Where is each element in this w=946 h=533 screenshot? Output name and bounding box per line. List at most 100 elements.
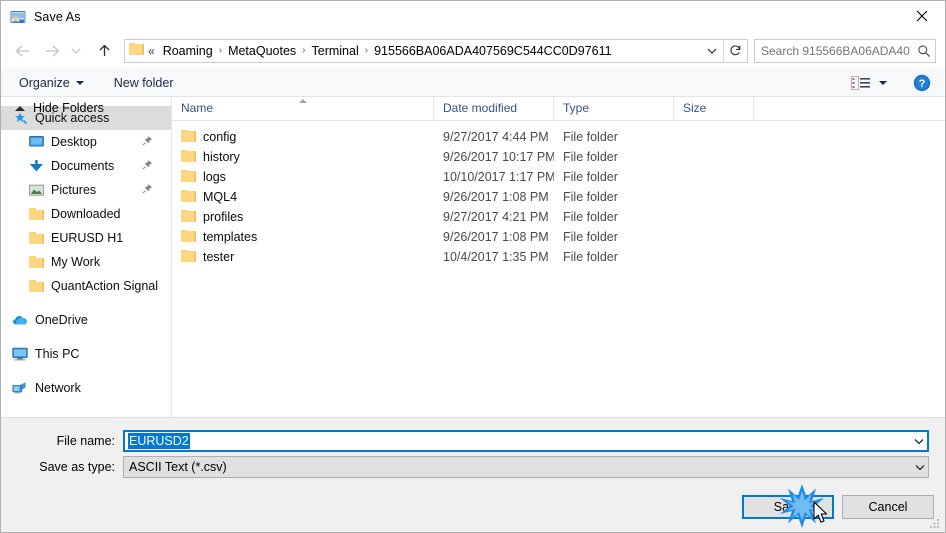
file-name-label: MQL4 xyxy=(203,190,238,204)
file-name-label: profiles xyxy=(203,210,244,224)
chevron-right-icon: › xyxy=(218,45,223,56)
file-date-cell: 9/26/2017 1:08 PM xyxy=(443,230,549,244)
close-button[interactable] xyxy=(899,1,945,31)
breadcrumb-item-metaquotes[interactable]: MetaQuotes xyxy=(223,44,301,58)
sidebar-item-network[interactable]: Network xyxy=(1,376,171,400)
table-row[interactable]: profiles 9/27/2017 4:21 PM File folder xyxy=(172,207,945,227)
file-name-cell: templates xyxy=(172,229,434,245)
help-button[interactable]: ? xyxy=(913,74,931,92)
forward-button[interactable] xyxy=(39,38,65,64)
file-name-label: tester xyxy=(203,250,235,264)
dialog-body: Quick access Desktop Documents Pictures … xyxy=(1,97,945,417)
command-bar-right: ? xyxy=(847,74,931,92)
this-pc-icon xyxy=(11,347,29,361)
search-icon xyxy=(913,44,935,58)
table-row[interactable]: templates 9/26/2017 1:08 PM File folder xyxy=(172,227,945,247)
new-folder-button[interactable]: New folder xyxy=(108,72,180,94)
organize-button[interactable]: Organize xyxy=(13,72,90,94)
sidebar-item-desktop[interactable]: Desktop xyxy=(1,130,171,154)
file-name-input[interactable]: EURUSD2 xyxy=(123,430,929,452)
table-row[interactable]: MQL4 9/26/2017 1:08 PM File folder xyxy=(172,187,945,207)
sidebar-item-label: Documents xyxy=(51,159,115,173)
refresh-button[interactable] xyxy=(723,39,747,62)
folder-icon xyxy=(27,208,45,220)
file-name-value[interactable]: EURUSD2 xyxy=(128,433,190,449)
folder-icon xyxy=(181,189,196,205)
file-name-cell: config xyxy=(172,129,434,145)
breadcrumb-overflow[interactable]: « xyxy=(146,44,158,58)
view-layout-icon xyxy=(851,75,870,90)
address-bar[interactable]: « Roaming › MetaQuotes › Terminal › 9155… xyxy=(124,38,748,63)
file-date-cell: 10/4/2017 1:35 PM xyxy=(443,250,549,264)
change-view-button[interactable] xyxy=(847,74,891,92)
column-header-size[interactable]: Size xyxy=(674,97,754,120)
file-type-cell: File folder xyxy=(563,190,618,204)
file-name-row: File name: EURUSD2 xyxy=(1,430,945,452)
sidebar-item-documents[interactable]: Documents xyxy=(1,154,171,178)
sidebar-item-label: Downloaded xyxy=(51,207,121,221)
table-row[interactable]: tester 10/4/2017 1:35 PM File folder xyxy=(172,247,945,267)
sidebar-item-eurusd-h1[interactable]: EURUSD H1 xyxy=(1,226,171,250)
table-row[interactable]: logs 10/10/2017 1:17 PM File folder xyxy=(172,167,945,187)
pin-icon[interactable] xyxy=(142,135,153,149)
chevron-right-icon: › xyxy=(364,45,369,56)
sidebar-item-pictures[interactable]: Pictures xyxy=(1,178,171,202)
save-button[interactable]: Save xyxy=(742,495,834,519)
sidebar-item-label: OneDrive xyxy=(35,313,88,327)
onedrive-icon xyxy=(11,314,29,326)
hide-folders-button[interactable]: Hide Folders xyxy=(11,101,104,115)
breadcrumb-item-roaming[interactable]: Roaming xyxy=(158,44,218,58)
breadcrumb-item-terminal-id[interactable]: 915566BA06ADA407569C544CC0D97611 xyxy=(369,44,616,58)
save-as-type-select[interactable]: ASCII Text (*.csv) xyxy=(123,456,929,478)
file-date-cell: 9/27/2017 4:44 PM xyxy=(443,130,549,144)
table-row[interactable]: config 9/27/2017 4:44 PM File folder xyxy=(172,127,945,147)
folder-icon xyxy=(181,209,196,225)
up-one-level-button[interactable] xyxy=(91,38,117,64)
recent-locations-button[interactable] xyxy=(67,38,85,64)
resize-grip[interactable] xyxy=(929,517,941,529)
title-bar: Save As xyxy=(1,1,945,32)
back-button[interactable] xyxy=(9,38,35,64)
search-input[interactable] xyxy=(755,42,913,59)
sidebar-item-quantaction-signal[interactable]: QuantAction Signal xyxy=(1,274,171,298)
column-headers: Name Date modified Type Size xyxy=(172,97,945,121)
sidebar-item-label: My Work xyxy=(51,255,101,269)
file-list: config 9/27/2017 4:44 PM File folder his… xyxy=(172,121,945,267)
address-dropdown-button[interactable] xyxy=(701,40,723,62)
column-header-name[interactable]: Name xyxy=(172,97,434,120)
file-type-cell: File folder xyxy=(563,130,618,144)
file-name-dropdown-button[interactable] xyxy=(910,432,927,450)
pin-icon[interactable] xyxy=(142,183,153,197)
folder-icon xyxy=(181,229,196,245)
close-icon xyxy=(916,10,928,22)
sidebar-item-this-pc[interactable]: This PC xyxy=(1,342,171,366)
save-as-type-value: ASCII Text (*.csv) xyxy=(129,460,227,474)
caret-up-icon xyxy=(299,99,307,103)
save-button-label: Save xyxy=(773,500,803,514)
column-header-date-modified[interactable]: Date modified xyxy=(434,97,554,120)
chevron-down-icon xyxy=(707,48,717,54)
sidebar-item-label: EURUSD H1 xyxy=(51,231,124,245)
table-row[interactable]: history 9/26/2017 10:17 PM File folder xyxy=(172,147,945,167)
cancel-button[interactable]: Cancel xyxy=(842,495,934,519)
pin-icon[interactable] xyxy=(142,159,153,173)
sidebar-item-onedrive[interactable]: OneDrive xyxy=(1,308,171,332)
caret-up-icon xyxy=(15,105,25,111)
save-as-type-dropdown-button[interactable] xyxy=(911,457,928,477)
desktop-icon xyxy=(27,135,45,149)
arrow-left-icon xyxy=(15,45,29,56)
column-header-type[interactable]: Type xyxy=(554,97,674,120)
sidebar-item-downloaded[interactable]: Downloaded xyxy=(1,202,171,226)
command-bar: Organize New folder ? xyxy=(1,69,945,97)
arrow-right-icon xyxy=(45,45,59,56)
save-as-type-label: Save as type: xyxy=(39,460,115,474)
organize-label: Organize xyxy=(19,75,70,90)
breadcrumb-item-terminal[interactable]: Terminal xyxy=(307,44,364,58)
file-name-cell: tester xyxy=(172,249,434,265)
sidebar-item-my-work[interactable]: My Work xyxy=(1,250,171,274)
search-box[interactable] xyxy=(754,38,936,63)
window-title: Save As xyxy=(34,9,81,24)
chevron-down-icon xyxy=(914,438,923,444)
